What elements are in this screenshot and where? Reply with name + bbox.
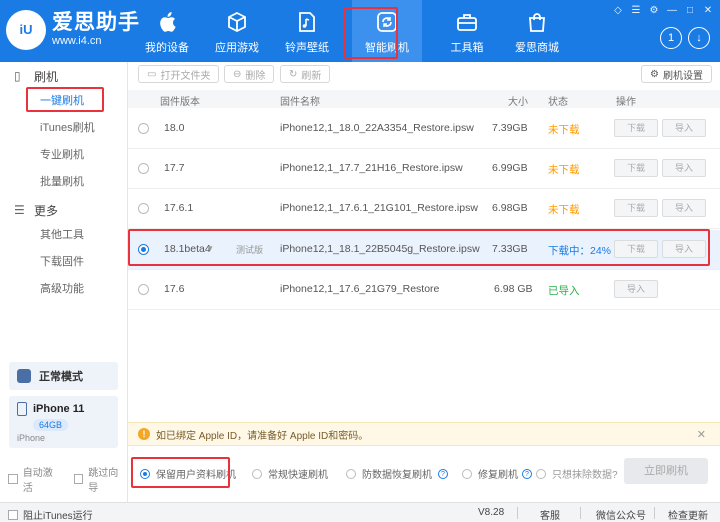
row-radio[interactable] xyxy=(138,244,149,255)
nav-ringtones-wallpapers[interactable]: 铃声壁纸 xyxy=(272,0,342,62)
open-folder-button[interactable]: ▭ 打开文件夹 xyxy=(138,65,220,83)
notification-badge[interactable]: 1 xyxy=(660,27,682,49)
table-row[interactable]: 17.6.1 iPhone12,1_17.6.1_21G101_Restore.… xyxy=(128,189,720,229)
delete-button[interactable]: ⊖ 删除 xyxy=(224,65,275,83)
flash-now-button[interactable]: 立即刷机 xyxy=(624,458,708,484)
download-button[interactable]: 下载 xyxy=(614,159,658,177)
list-icon: ☰ xyxy=(14,203,25,217)
sidebar-item-itunes-flash[interactable]: iTunes刷机 xyxy=(0,115,127,142)
device-mode: 正常模式 xyxy=(9,362,118,390)
brand-name: 爱思助手 xyxy=(52,11,140,34)
sidebar-item-one-click-flash[interactable]: 一键刷机 xyxy=(0,88,127,115)
toolbar: ▭ 打开文件夹 ⊖ 删除 ↻ 刷新 ⚙ 刷机设置 xyxy=(128,64,720,86)
wechat-link[interactable]: 微信公众号 xyxy=(596,507,646,522)
keep-data-radio[interactable]: 保留用户资料刷机 xyxy=(140,466,236,481)
table-row[interactable]: 17.6 iPhone12,1_17.6_21G79_Restore 6.98 … xyxy=(128,270,720,310)
sidebar-group-more: ☰ 更多 xyxy=(14,203,59,218)
sidebar-item-download-firmware[interactable]: 下载固件 xyxy=(0,249,127,276)
settings-icon[interactable]: ⚙ xyxy=(648,4,660,16)
import-button[interactable]: 导入 xyxy=(614,280,658,298)
status-bar: 阻止iTunes运行 V8.28 客服 微信公众号 检查更新 xyxy=(0,502,720,522)
nav-my-device[interactable]: 我的设备 xyxy=(132,0,202,62)
row-radio[interactable] xyxy=(138,123,149,134)
refresh-box-icon xyxy=(376,11,398,33)
erase-only-radio[interactable]: ? 只想抹除数据? xyxy=(522,466,618,481)
toolbox-icon xyxy=(456,11,478,33)
brand: 爱思助手 www.i4.cn xyxy=(52,12,140,48)
sidebar: ▯ 刷机 一键刷机 iTunes刷机 专业刷机 批量刷机 ☰ 更多 其他工具 下… xyxy=(0,62,128,502)
music-file-icon xyxy=(296,11,318,33)
import-button[interactable]: 导入 xyxy=(662,119,706,137)
table-row[interactable]: 17.7 iPhone12,1_17.7_21H16_Restore.ipsw … xyxy=(128,149,720,189)
brand-url: www.i4.cn xyxy=(52,35,102,47)
sidebar-item-batch-flash[interactable]: 批量刷机 xyxy=(0,169,127,196)
apple-id-notice: ! 如已绑定 Apple ID，请准备好 Apple ID和密码。 ✕ xyxy=(128,422,720,446)
sidebar-group-flash: ▯ 刷机 xyxy=(14,69,59,84)
flash-settings-button[interactable]: ⚙ 刷机设置 xyxy=(641,65,712,83)
nav-apps-games[interactable]: 应用游戏 xyxy=(202,0,272,62)
sidebar-item-pro-flash[interactable]: 专业刷机 xyxy=(0,142,127,169)
gear-icon: ⚙ xyxy=(650,68,659,80)
anti-recovery-radio[interactable]: 防数据恢复刷机 ? xyxy=(346,466,448,481)
mode-icon xyxy=(17,369,31,383)
auto-activate-checkbox[interactable]: 自动激活 xyxy=(8,464,62,494)
folder-icon: ▭ xyxy=(147,68,157,80)
help-icon[interactable]: ? xyxy=(438,468,448,479)
warning-icon: ! xyxy=(138,428,150,440)
help-icon[interactable]: ? xyxy=(522,468,532,479)
close-icon[interactable]: ✕ xyxy=(702,4,714,16)
menu-icon[interactable]: ☰ xyxy=(630,4,642,16)
refresh-icon: ↻ xyxy=(289,68,298,80)
download-button[interactable]: 下载 xyxy=(614,240,658,258)
download-icon[interactable]: ↓ xyxy=(688,27,710,49)
refresh-button[interactable]: ↻ 刷新 xyxy=(280,65,331,83)
skin-icon[interactable]: ◇ xyxy=(612,4,624,16)
shopping-bag-icon xyxy=(526,11,548,33)
import-button[interactable]: 导入 xyxy=(662,159,706,177)
nav-toolbox[interactable]: 工具箱 xyxy=(432,0,502,62)
close-icon[interactable]: ✕ xyxy=(697,428,706,441)
device-type: iPhone xyxy=(17,433,46,443)
download-button[interactable]: 下载 xyxy=(614,199,658,217)
repair-flash-radio[interactable]: 修复刷机 xyxy=(462,466,518,481)
quick-flash-radio[interactable]: 常规快速刷机 xyxy=(252,466,328,481)
nav-store[interactable]: 爱思商城 xyxy=(502,0,572,62)
row-radio[interactable] xyxy=(138,284,149,295)
skip-guide-checkbox[interactable]: 跳过向导 xyxy=(73,464,128,494)
check-update-link[interactable]: 检查更新 xyxy=(668,507,708,522)
app-logo: iU xyxy=(6,10,46,50)
beta-tag: 测试版 xyxy=(236,245,264,255)
import-button[interactable]: 导入 xyxy=(662,199,706,217)
block-itunes-checkbox[interactable]: 阻止iTunes运行 xyxy=(8,507,93,522)
table-row-selected[interactable]: 18.1beta4 ▾ 测试版 iPhone12,1_18.1_22B5045g… xyxy=(128,230,720,270)
phone-small-icon: ▯ xyxy=(14,69,21,83)
minimize-icon[interactable]: — xyxy=(666,4,678,16)
download-button[interactable]: 下载 xyxy=(614,119,658,137)
sidebar-item-advanced[interactable]: 高级功能 xyxy=(0,276,127,303)
table-row[interactable]: 18.0 iPhone12,1_18.0_22A3354_Restore.ips… xyxy=(128,109,720,149)
main-panel: ▭ 打开文件夹 ⊖ 删除 ↻ 刷新 ⚙ 刷机设置 固件版本 固件名称 大小 状态 操作 … xyxy=(128,62,720,502)
dropdown-arrow-icon[interactable]: ▾ xyxy=(208,243,213,254)
app-header: iU 爱思助手 www.i4.cn 我的设备 应用游戏 铃声壁纸 智能刷机 工具… xyxy=(0,0,720,62)
app-version: V8.28 xyxy=(478,507,505,518)
sidebar-checks: 自动激活 跳过向导 xyxy=(8,464,127,494)
sidebar-item-other-tools[interactable]: 其他工具 xyxy=(0,222,127,249)
support-link[interactable]: 客服 xyxy=(540,507,560,522)
maximize-icon[interactable]: □ xyxy=(684,4,696,16)
device-capacity: 64GB xyxy=(33,419,69,431)
row-radio[interactable] xyxy=(138,163,149,174)
table-header: 固件版本 固件名称 大小 状态 操作 xyxy=(128,90,720,108)
row-radio[interactable] xyxy=(138,203,149,214)
iphone-icon xyxy=(17,402,27,416)
nav-smart-flash[interactable]: 智能刷机 xyxy=(352,0,422,62)
device-card[interactable]: iPhone 11 64GB iPhone xyxy=(9,396,118,448)
delete-icon: ⊖ xyxy=(233,68,242,80)
flash-options: 保留用户资料刷机 常规快速刷机 防数据恢复刷机 ? 修复刷机 ? 只想抹除数据?… xyxy=(128,458,720,488)
top-nav: 我的设备 应用游戏 铃声壁纸 智能刷机 工具箱 爱思商城 xyxy=(132,0,572,62)
import-button[interactable]: 导入 xyxy=(662,240,706,258)
apple-icon xyxy=(156,11,178,33)
device-name: iPhone 11 xyxy=(33,403,85,415)
cube-icon xyxy=(226,11,248,33)
window-controls: ◇ ☰ ⚙ — □ ✕ xyxy=(612,4,714,16)
